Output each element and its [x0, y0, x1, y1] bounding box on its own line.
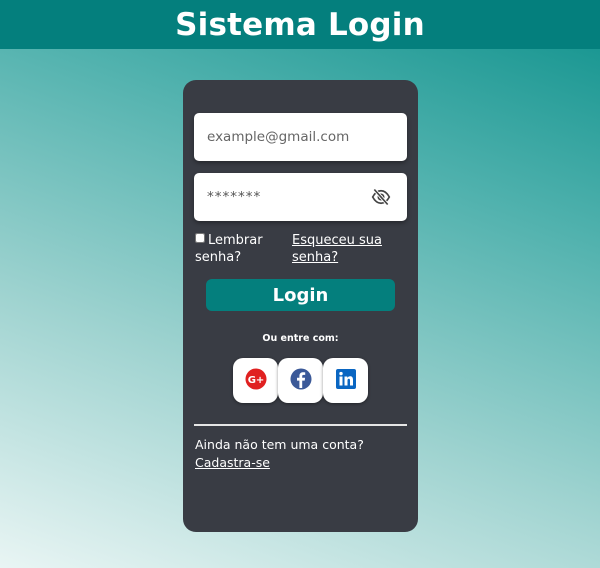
forgot-password-link[interactable]: Esqueceu sua senha?	[292, 232, 397, 266]
or-login-with-label: Ou entre com:	[262, 333, 339, 344]
eye-slash-icon[interactable]	[371, 187, 391, 207]
google-plus-icon: G+	[245, 368, 267, 394]
social-login-group: G+	[233, 358, 368, 403]
signup-text: Ainda não tem uma conta?	[195, 437, 364, 452]
divider	[194, 424, 407, 426]
header-bar: Sistema Login	[0, 0, 600, 49]
facebook-icon	[290, 368, 312, 394]
linkedin-icon	[335, 368, 356, 393]
facebook-button[interactable]	[278, 358, 323, 403]
password-field-wrapper	[194, 173, 407, 221]
login-options: Lembrar senha? Esqueceu sua senha?	[195, 232, 408, 272]
remember-me[interactable]: Lembrar senha?	[195, 232, 283, 266]
email-field-wrapper	[194, 113, 407, 161]
page-title: Sistema Login	[175, 6, 425, 43]
login-button[interactable]: Login	[206, 279, 395, 311]
login-card: Lembrar senha? Esqueceu sua senha? Login…	[183, 80, 418, 532]
remember-label: Lembrar senha?	[195, 233, 263, 265]
linkedin-button[interactable]	[323, 358, 368, 403]
svg-text:G+: G+	[247, 375, 264, 386]
google-plus-button[interactable]: G+	[233, 358, 278, 403]
signup-link[interactable]: Cadastra-se	[195, 455, 270, 470]
remember-checkbox[interactable]	[195, 233, 205, 243]
signup-prompt: Ainda não tem uma conta? Cadastra-se	[195, 436, 408, 472]
email-input[interactable]	[194, 113, 407, 161]
